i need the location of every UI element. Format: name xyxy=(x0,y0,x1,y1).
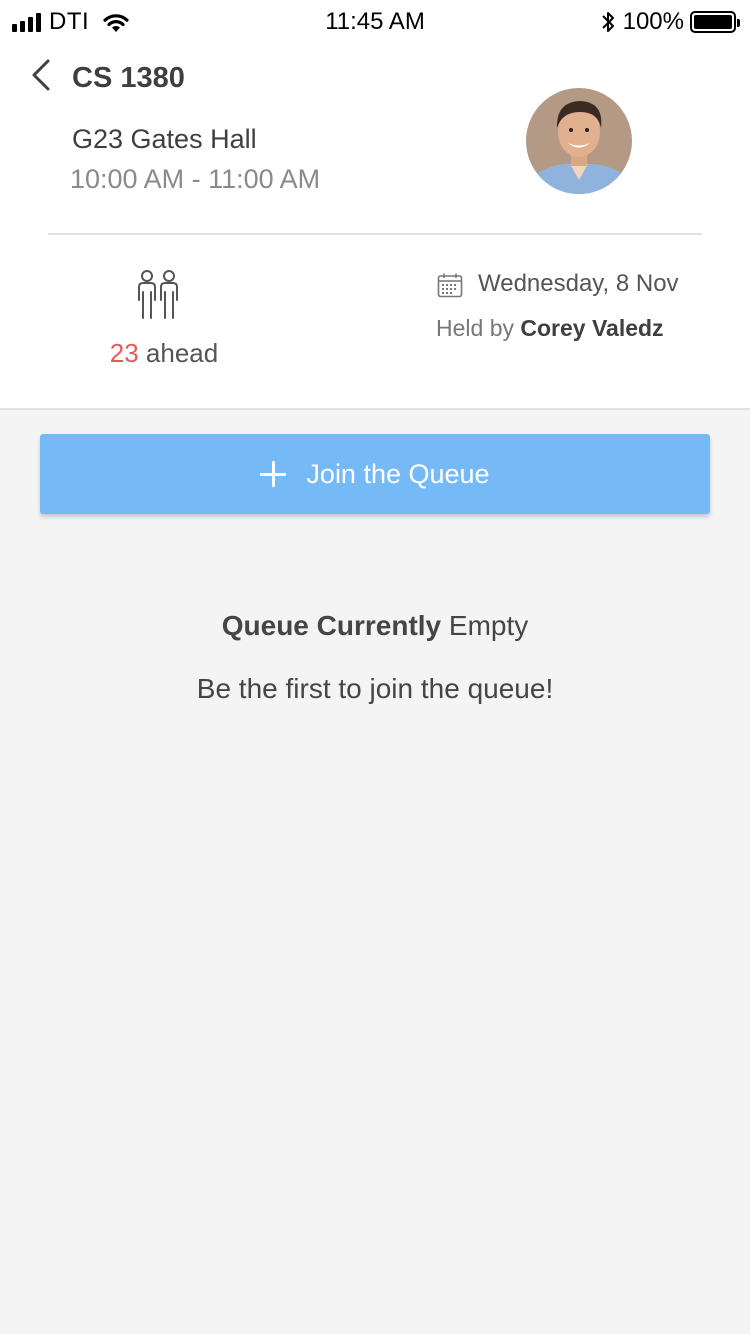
calendar-icon xyxy=(437,273,463,298)
status-right: 100% xyxy=(601,8,740,36)
back-button[interactable] xyxy=(28,58,58,94)
held-by: Held by Corey Valedz xyxy=(436,315,664,342)
session-time: 10:00 AM - 11:00 AM xyxy=(70,164,321,194)
tutor-avatar xyxy=(526,88,632,194)
plus-icon xyxy=(260,461,287,487)
session-date: Wednesday, 8 Nov xyxy=(478,270,679,297)
bluetooth-icon xyxy=(601,12,614,32)
course-title: CS 1380 xyxy=(72,62,185,94)
queue-ahead: 23 ahead xyxy=(0,338,328,369)
battery-icon xyxy=(690,11,740,33)
empty-title-strong: Queue Currently xyxy=(221,610,442,641)
battery-fill xyxy=(694,15,732,29)
empty-title-light: Empty xyxy=(448,610,529,641)
header-divider xyxy=(48,233,702,235)
session-header: CS 1380 G23 Gates Hall 10:00 AM - 11:00 … xyxy=(0,44,750,410)
session-location: G23 Gates Hall xyxy=(72,124,257,154)
held-by-prefix: Held by xyxy=(436,315,514,341)
status-bar: DTI 11:45 AM 100% xyxy=(0,0,750,44)
join-queue-label: Join the Queue xyxy=(306,458,490,489)
empty-state-title: Queue Currently Empty xyxy=(0,610,750,642)
avatar-image xyxy=(526,88,632,194)
join-queue-button[interactable]: Join the Queue xyxy=(40,434,710,514)
people-icon xyxy=(138,270,178,319)
host-name: Corey Valedz xyxy=(520,315,664,341)
queue-screen: DTI 11:45 AM 100% CS 1380 G23 Gates Hall… xyxy=(0,0,750,1334)
battery-percent: 100% xyxy=(622,8,684,35)
empty-state-message: Be the first to join the queue! xyxy=(196,673,554,704)
chevron-left-icon xyxy=(32,59,50,91)
ahead-count: 23 xyxy=(109,338,139,368)
ahead-label: ahead xyxy=(145,338,219,368)
